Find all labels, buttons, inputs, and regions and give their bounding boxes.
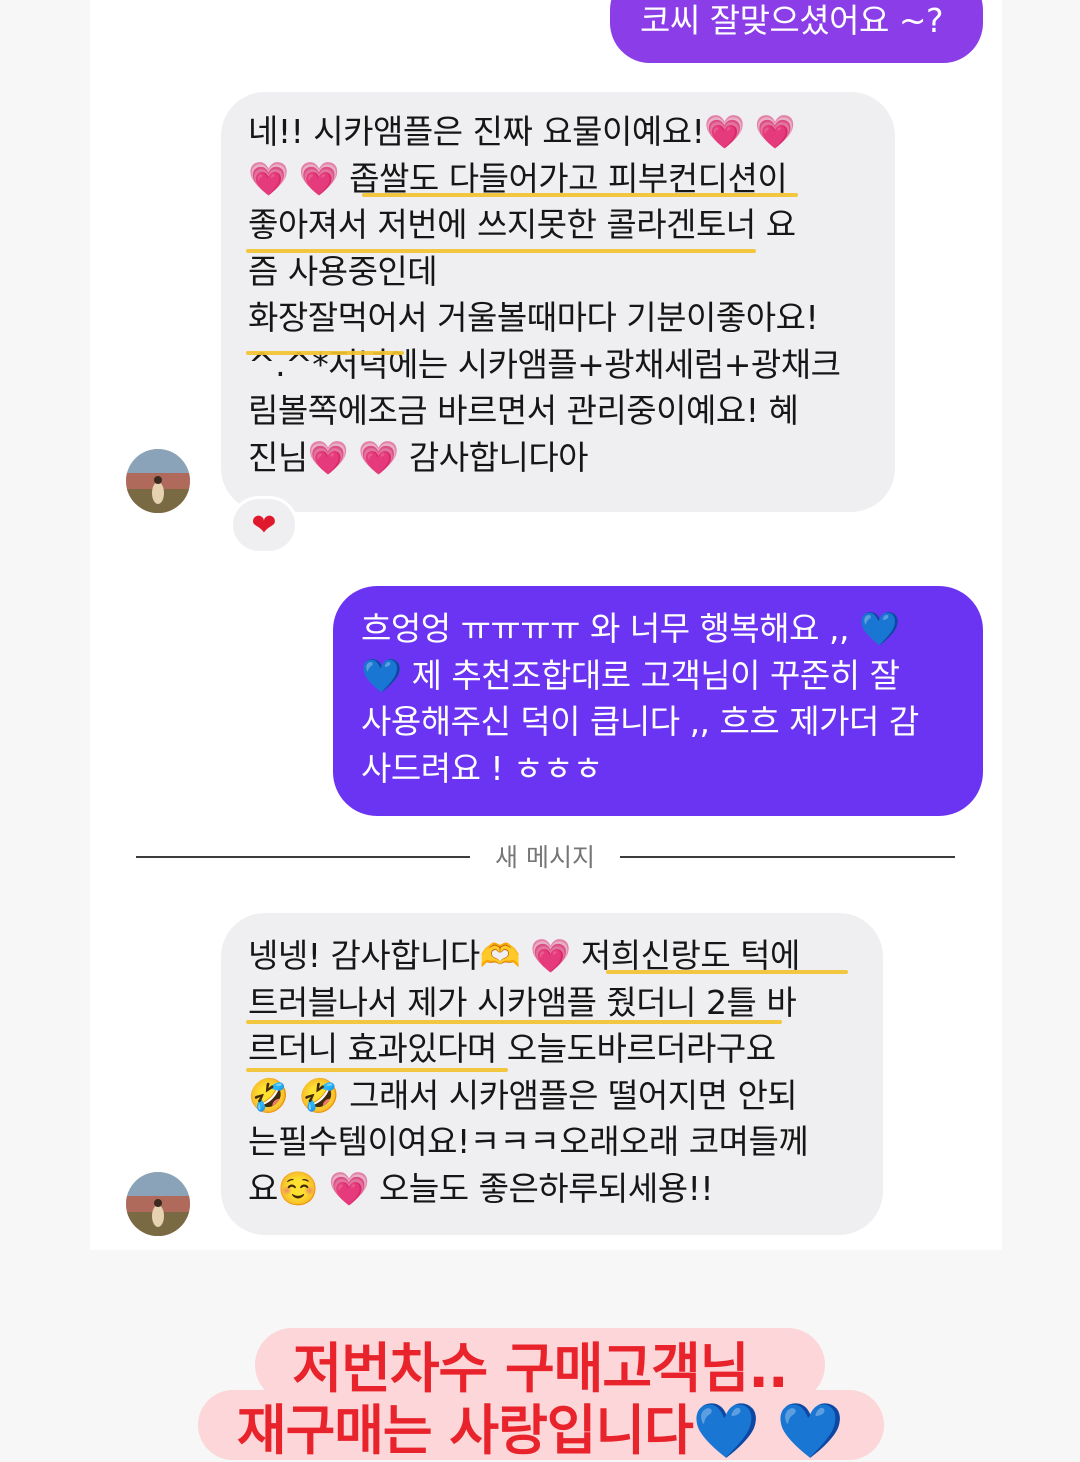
highlight-underline <box>246 351 404 355</box>
message-line: 사용해주신 덕이 큽니다 ,, 흐흐 제가더 감 <box>361 702 919 741</box>
received-message-bubble-2[interactable]: 넹넹! 감사합니다🫶 💗 저희신랑도 턱에 트러블나서 제가 시카앰플 줬더니 … <box>221 913 883 1235</box>
message-line: 화장잘먹어서 거울볼때마다 기분이좋아요! <box>248 298 819 337</box>
message-line: 좋아져서 저번에 쓰지못한 콜라겐토너 요 <box>248 205 796 244</box>
message-line: 네!! 시카앰플은 진짜 요물이예요!💗 💗 <box>248 112 796 151</box>
sent-message-bubble-2[interactable]: 흐엉엉 ㅠㅠㅠㅠ 와 너무 행복해요 ,, 💙 💙 제 추천조합대로 고객님이 … <box>333 586 983 816</box>
highlight-underline <box>246 249 756 253</box>
avatar[interactable] <box>126 1172 190 1236</box>
message-line: 흐엉엉 ㅠㅠㅠㅠ 와 너무 행복해요 ,, 💙 <box>361 609 900 648</box>
divider-line-left <box>136 856 470 858</box>
caption-banner-line-2: 재구매는 사랑입니다💙 💙 <box>236 1399 844 1462</box>
highlight-underline <box>606 970 848 974</box>
caption-banner-line-1: 저번차수 구매고객님.. <box>292 1337 789 1400</box>
message-line: 진님💗 💗 감사합니다아 <box>248 437 589 477</box>
message-line: 🤣 🤣 그래서 시카앰플은 떨어지면 안되 <box>248 1075 798 1115</box>
heart-reaction[interactable]: ❤ <box>230 496 298 554</box>
avatar[interactable] <box>126 449 190 513</box>
profile-photo-icon <box>126 1172 190 1236</box>
message-line: 는필수템이여요!ㅋㅋㅋ오래오래 코며들께 <box>248 1122 809 1161</box>
message-line: ^.^*저녁에는 시카앰플+광채세럼+광채크 <box>248 344 841 384</box>
highlight-underline <box>362 193 798 197</box>
message-line: 요☺️ 💗 오늘도 좋은하루되세용!! <box>248 1168 714 1208</box>
message-line: 르더니 효과있다며 오늘도바르더라구요 <box>248 1029 776 1068</box>
profile-photo-icon <box>126 449 190 513</box>
message-line: 💙 제 추천조합대로 고객님이 꾸준히 잘 <box>361 655 900 695</box>
message-text: 코씨 잘맞으셨어요 ~? <box>640 1 944 40</box>
message-line: 림볼쪽에조금 바르면서 관리중이예요! 혜 <box>248 391 799 430</box>
received-message-bubble-1[interactable]: 네!! 시카앰플은 진짜 요물이예요!💗 💗 💗 💗 좁쌀도 다들어가고 피부컨… <box>221 92 895 512</box>
highlight-underline <box>246 1068 508 1072</box>
sent-message-bubble-top[interactable]: 코씨 잘맞으셨어요 ~? <box>610 0 983 63</box>
heart-icon: ❤ <box>251 507 277 543</box>
highlight-underline <box>246 1020 782 1024</box>
new-messages-divider-label: 새 메시지 <box>495 843 595 872</box>
message-line: 즘 사용중인데 <box>248 251 438 291</box>
divider-line-right <box>620 856 955 858</box>
message-line: 사드려요 ! ㅎㅎㅎ <box>361 748 603 788</box>
